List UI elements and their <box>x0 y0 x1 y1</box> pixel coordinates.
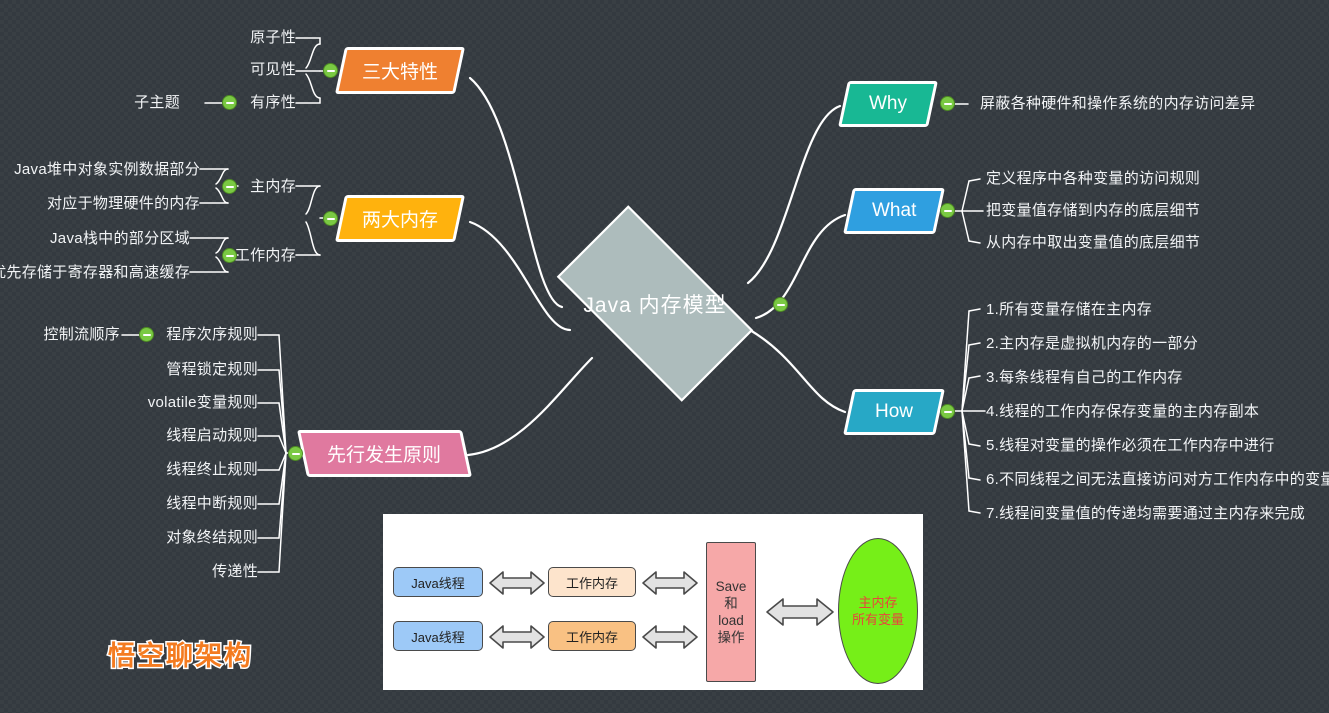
branch-node-happens-before[interactable]: 先行发生原则 <box>297 430 472 477</box>
leaf-how-rule-3[interactable]: 3.每条线程有自己的工作内存 <box>986 369 1183 387</box>
leaf-how-rule-7[interactable]: 7.线程间变量值的传递均需要通过主内存来完成 <box>986 505 1305 523</box>
branch-node-two-memories-label: 两大内存 <box>361 210 438 231</box>
leaf-what-store-detail[interactable]: 把变量值存储到内存的底层细节 <box>986 202 1200 220</box>
leaf-register-cache-priority[interactable]: 优先存储于寄存器和高速缓存 <box>0 264 190 282</box>
branch-node-how[interactable]: How <box>843 389 945 435</box>
jmm-illustration: Java线程 Java线程 工作内存 工作内存 Save 和 load 操作 主… <box>383 514 923 690</box>
collapse-toggle-what[interactable] <box>940 203 955 218</box>
branch-node-what-label: What <box>871 200 917 221</box>
collapse-toggle-how[interactable] <box>940 404 955 419</box>
collapse-toggle-two-memories[interactable] <box>323 211 338 226</box>
leaf-what-access-rules[interactable]: 定义程序中各种变量的访问规则 <box>986 170 1200 188</box>
collapse-toggle-main-memory[interactable] <box>222 179 237 194</box>
figure-java-thread-1: Java线程 <box>393 567 483 597</box>
leaf-thread-termination-rule[interactable]: 线程终止规则 <box>88 461 258 479</box>
collapse-toggle-working-memory[interactable] <box>222 248 237 263</box>
collapse-toggle-center[interactable] <box>773 297 788 312</box>
branch-node-how-label: How <box>874 401 913 422</box>
figure-save-line-4: 操作 <box>717 630 745 645</box>
leaf-subtopic[interactable]: 子主题 <box>60 94 180 112</box>
leaf-monitor-lock-rule[interactable]: 管程锁定规则 <box>88 361 258 379</box>
collapse-toggle-happens-before[interactable] <box>288 446 303 461</box>
leaf-control-flow-order[interactable]: 控制流顺序 <box>0 326 120 344</box>
branch-node-why[interactable]: Why <box>838 81 938 127</box>
leaf-why-shield-hardware-os[interactable]: 屏蔽各种硬件和操作系统的内存访问差异 <box>980 95 1255 113</box>
leaf-how-rule-4[interactable]: 4.线程的工作内存保存变量的主内存副本 <box>986 403 1259 421</box>
figure-java-thread-2: Java线程 <box>393 621 483 651</box>
figure-working-memory-1: 工作内存 <box>548 567 636 597</box>
collapse-toggle-program-order-rule[interactable] <box>139 327 154 342</box>
figure-save-load-block: Save 和 load 操作 <box>706 542 756 682</box>
figure-save-line-1: Save <box>715 579 747 594</box>
collapse-toggle-ordering[interactable] <box>222 95 237 110</box>
leaf-transitivity[interactable]: 传递性 <box>88 563 258 581</box>
leaf-heap-instance-data[interactable]: Java堆中对象实例数据部分 <box>0 161 200 179</box>
leaf-physical-hardware-memory[interactable]: 对应于物理硬件的内存 <box>0 195 200 213</box>
leaf-atomicity[interactable]: 原子性 <box>146 29 296 47</box>
leaf-thread-start-rule[interactable]: 线程启动规则 <box>88 427 258 445</box>
collapse-toggle-three-features[interactable] <box>323 63 338 78</box>
leaf-what-read-detail[interactable]: 从内存中取出变量值的底层细节 <box>986 234 1200 252</box>
leaf-volatile-variable-rule[interactable]: volatile变量规则 <box>88 394 258 412</box>
figure-working-memory-2: 工作内存 <box>548 621 636 651</box>
branch-node-three-features[interactable]: 三大特性 <box>335 47 465 94</box>
watermark-logo: 悟空聊架构 <box>107 640 253 674</box>
leaf-how-rule-5[interactable]: 5.线程对变量的操作必须在工作内存中进行 <box>986 437 1275 455</box>
figure-arrow-working1-save <box>642 571 698 595</box>
leaf-how-rule-1[interactable]: 1.所有变量存储在主内存 <box>986 301 1152 319</box>
figure-arrow-working2-save <box>642 625 698 649</box>
mindmap-canvas: Java 内存模型 三大特性 原子性 可见性 有序性 子主题 两大内存 主内存 … <box>0 0 1329 713</box>
leaf-how-rule-6[interactable]: 6.不同线程之间无法直接访问对方工作内存中的变量 <box>986 471 1329 489</box>
figure-main-line-2: 所有变量 <box>851 612 904 627</box>
figure-save-line-2: 和 <box>724 596 738 611</box>
center-node-label: Java 内存模型 <box>583 293 727 317</box>
branch-node-why-label: Why <box>869 93 907 114</box>
branch-node-three-features-label: 三大特性 <box>361 62 438 83</box>
branch-node-what[interactable]: What <box>843 188 945 234</box>
figure-main-memory-ellipse: 主内存 所有变量 <box>838 538 918 684</box>
leaf-how-rule-2[interactable]: 2.主内存是虚拟机内存的一部分 <box>986 335 1198 353</box>
figure-arrow-save-main <box>766 598 834 626</box>
branch-node-happens-before-label: 先行发生原则 <box>327 445 442 466</box>
leaf-object-finalization-rule[interactable]: 对象终结规则 <box>88 529 258 547</box>
leaf-thread-interruption-rule[interactable]: 线程中断规则 <box>88 495 258 513</box>
collapse-toggle-why[interactable] <box>940 96 955 111</box>
branch-node-two-memories[interactable]: 两大内存 <box>335 195 465 242</box>
figure-main-line-1: 主内存 <box>858 595 898 610</box>
figure-arrow-thread2-working2 <box>489 625 545 649</box>
leaf-stack-partial-area[interactable]: Java栈中的部分区域 <box>0 230 190 248</box>
center-node[interactable]: Java 内存模型 <box>530 205 780 402</box>
figure-save-line-3: load <box>718 613 744 628</box>
figure-arrow-thread1-working1 <box>489 571 545 595</box>
leaf-visibility[interactable]: 可见性 <box>146 61 296 79</box>
